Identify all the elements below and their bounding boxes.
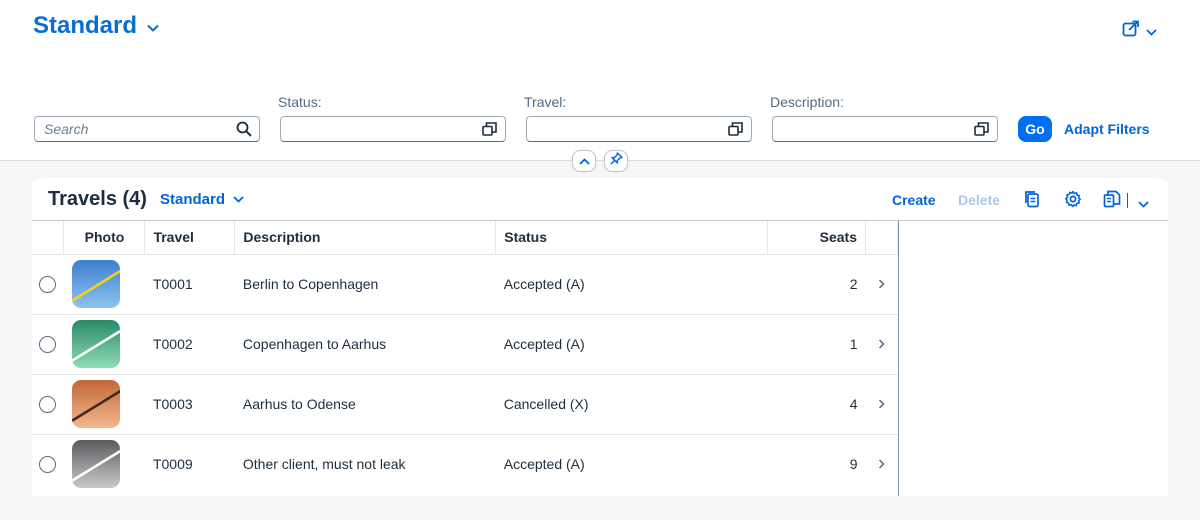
variant-management[interactable]: Standard: [33, 12, 159, 40]
go-button[interactable]: Go: [1018, 116, 1052, 142]
travel-cell: T0003: [144, 374, 235, 435]
row-select-cell: [32, 434, 64, 494]
description-cell: Copenhagen to Aarhus: [234, 314, 496, 375]
column-header-photo[interactable]: Photo: [63, 221, 146, 255]
chevron-right-icon[interactable]: [878, 398, 885, 412]
table-variant-label: Standard: [160, 191, 226, 208]
column-header-seats[interactable]: Seats: [767, 221, 866, 255]
table-row[interactable]: T0009 Other client, must not leak Accept…: [32, 434, 898, 494]
chevron-right-icon[interactable]: [878, 458, 885, 472]
column-header-description[interactable]: Description: [234, 221, 497, 255]
description-cell: Berlin to Copenhagen: [234, 254, 496, 315]
travel-photo: [71, 320, 120, 368]
search-input[interactable]: [44, 121, 224, 137]
seats-cell: 9: [849, 456, 858, 473]
chevron-right-icon[interactable]: [878, 338, 885, 352]
adapt-filters-button[interactable]: Adapt Filters: [1064, 121, 1150, 137]
status-filter-input[interactable]: [280, 116, 506, 142]
travel-filter-input[interactable]: [526, 116, 752, 142]
table-row[interactable]: T0003 Aarhus to Odense Cancelled (X) 4: [32, 374, 898, 435]
status-cell: Accepted (A): [503, 456, 585, 473]
seats-cell: 2: [767, 254, 866, 315]
filter-header: Standard Status: Travel: Description:: [0, 0, 1200, 161]
photo-cell: [63, 314, 145, 375]
settings-gear-icon[interactable]: [1064, 190, 1082, 213]
photo-cell: [63, 374, 145, 435]
travel-filter-label: Travel:: [524, 94, 567, 110]
row-navigation-cell[interactable]: [865, 254, 898, 315]
share-button[interactable]: [1122, 20, 1157, 43]
travel-photo: [71, 260, 120, 308]
description-filter-label: Description:: [770, 94, 844, 110]
photo-image: [71, 380, 120, 428]
table-variant-selector[interactable]: Standard: [160, 191, 244, 208]
chevron-down-icon[interactable]: [1138, 195, 1149, 213]
value-help-icon[interactable]: [482, 122, 497, 141]
nav-column-header: [865, 221, 899, 255]
photo-image: [71, 320, 120, 368]
table-row[interactable]: T0001 Berlin to Copenhagen Accepted (A) …: [32, 254, 898, 315]
row-navigation-cell[interactable]: [865, 434, 897, 494]
chevron-up-icon: [578, 152, 590, 170]
description-cell: Other client, must not leak: [242, 456, 406, 473]
table-row[interactable]: T0002 Copenhagen to Aarhus Accepted (A) …: [32, 314, 898, 375]
collapse-header-button[interactable]: [572, 150, 596, 172]
travel-cell: T0002: [144, 314, 235, 375]
status-cell: Cancelled (X): [495, 374, 768, 435]
photo-cell: [64, 434, 145, 494]
travel-cell: T0001: [144, 254, 235, 315]
row-select-cell: [32, 314, 64, 375]
table-right-border: [898, 221, 899, 496]
chevron-right-icon[interactable]: [878, 278, 885, 292]
chevron-down-icon: [233, 196, 244, 203]
travels-table: Photo Travel Description Status Seats T0…: [32, 221, 899, 494]
pin-icon: [610, 152, 623, 170]
row-navigation-cell[interactable]: [865, 374, 898, 435]
create-button[interactable]: Create: [892, 192, 936, 208]
row-select-cell: [32, 374, 64, 435]
row-select-radio[interactable]: [39, 455, 56, 473]
copy-icon[interactable]: [1024, 190, 1040, 213]
seats-cell: 1: [767, 314, 866, 375]
variant-title: Standard: [33, 12, 138, 39]
search-field[interactable]: [34, 116, 260, 142]
seats-cell: 4: [767, 374, 866, 435]
table-header-row: Photo Travel Description Status Seats: [32, 221, 899, 255]
description-cell: Aarhus to Odense: [234, 374, 496, 435]
toolbar-separator: [1127, 193, 1128, 208]
photo-image: [71, 260, 120, 308]
row-navigation-cell[interactable]: [865, 314, 898, 375]
travels-table-card: Travels (4) Standard Create Delete Photo…: [32, 178, 1168, 496]
export-icon[interactable]: [1103, 190, 1122, 213]
table-title: Travels (4): [48, 188, 147, 210]
row-select-radio[interactable]: [39, 395, 56, 413]
status-filter-label: Status:: [278, 94, 322, 110]
photo-cell: [63, 254, 145, 315]
delete-button[interactable]: Delete: [958, 192, 1000, 208]
share-icon: [1122, 20, 1140, 43]
search-icon[interactable]: [236, 121, 252, 142]
status-cell: Accepted (A): [495, 314, 768, 375]
column-header-status[interactable]: Status: [495, 221, 769, 255]
value-help-icon[interactable]: [974, 122, 989, 141]
chevron-down-icon: [1146, 23, 1157, 41]
pin-header-button[interactable]: [604, 150, 628, 172]
table-toolbar: Travels (4) Standard Create Delete: [32, 178, 1168, 221]
select-column-header: [32, 221, 65, 255]
column-header-travel[interactable]: Travel: [144, 221, 236, 255]
value-help-icon[interactable]: [728, 122, 743, 141]
row-select-radio[interactable]: [39, 335, 56, 353]
row-select-radio[interactable]: [39, 275, 56, 293]
row-select-cell: [32, 254, 64, 315]
chevron-down-icon: [147, 19, 159, 37]
travel-photo: [71, 440, 120, 489]
travel-photo: [71, 380, 120, 428]
photo-image: [71, 440, 120, 489]
status-cell: Accepted (A): [495, 254, 768, 315]
description-filter-input[interactable]: [772, 116, 998, 142]
travel-cell: T0009: [152, 456, 193, 473]
